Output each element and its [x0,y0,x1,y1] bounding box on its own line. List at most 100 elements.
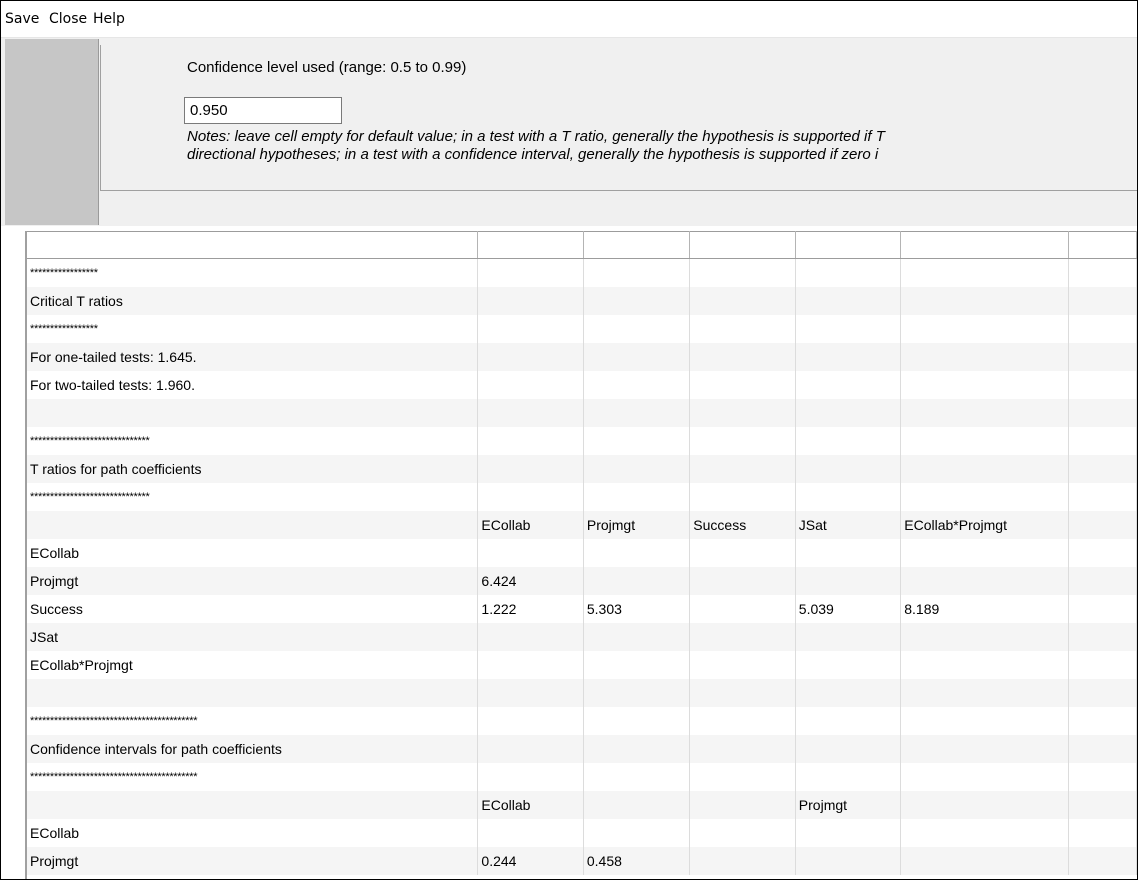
grid-cell[interactable]: ***************** [27,314,479,343]
grid-cell[interactable] [795,846,902,875]
grid-cell[interactable] [689,846,796,875]
grid-cell[interactable] [1068,370,1137,399]
grid-cell[interactable] [583,706,691,735]
grid-cell[interactable] [795,286,902,315]
confidence-level-input[interactable] [184,97,342,124]
grid-cell[interactable] [689,342,796,371]
grid-column-header[interactable] [27,231,479,259]
grid-cell[interactable] [900,846,1069,875]
grid-cell[interactable]: 5.303 [583,594,691,623]
grid-cell[interactable] [477,678,584,707]
grid-cell[interactable] [583,650,691,679]
grid-cell[interactable]: ECollab [27,818,479,847]
grid-cell[interactable] [477,650,584,679]
grid-column-header[interactable] [477,231,584,259]
grid-cell[interactable]: 6.424 [477,566,584,595]
grid-cell[interactable] [477,622,584,651]
grid-cell[interactable]: Confidence intervals for path coefficien… [27,734,479,763]
grid-cell[interactable] [900,314,1069,343]
grid-cell[interactable] [1068,258,1137,287]
grid-cell[interactable] [477,370,584,399]
grid-cell[interactable]: 5.039 [795,594,902,623]
grid-cell[interactable] [583,566,691,595]
grid-cell[interactable] [689,286,796,315]
grid-cell[interactable] [900,342,1069,371]
grid-cell[interactable]: Success [27,594,479,623]
grid-cell[interactable] [795,398,902,427]
grid-cell[interactable] [795,342,902,371]
grid-cell[interactable] [477,286,584,315]
grid-cell[interactable] [795,314,902,343]
grid-cell[interactable] [689,398,796,427]
grid-cell[interactable] [900,622,1069,651]
grid-cell[interactable] [477,762,584,791]
grid-cell[interactable] [689,566,796,595]
menu-help[interactable]: Help [93,11,125,27]
grid-cell[interactable]: 0.244 [477,846,584,875]
grid-cell[interactable]: 1.222 [477,594,584,623]
grid-cell[interactable] [1068,678,1137,707]
grid-cell[interactable]: JSat [27,622,479,651]
grid-cell[interactable] [1068,594,1137,623]
grid-cell[interactable]: ECollab [27,538,479,567]
grid-cell[interactable] [900,454,1069,483]
menu-save[interactable]: Save [5,11,39,27]
grid-cell[interactable] [900,538,1069,567]
grid-cell[interactable] [900,258,1069,287]
grid-cell[interactable] [27,510,479,539]
grid-cell[interactable] [900,482,1069,511]
grid-cell[interactable]: T ratios for path coefficients [27,454,479,483]
grid-cell[interactable]: ECollab*Projmgt [900,510,1069,539]
grid-cell[interactable] [900,286,1069,315]
grid-cell[interactable] [1068,482,1137,511]
grid-cell[interactable] [1068,426,1137,455]
grid-cell[interactable] [795,622,902,651]
grid-cell[interactable] [583,258,691,287]
grid-cell[interactable] [1068,734,1137,763]
grid-cell[interactable] [1068,398,1137,427]
grid-cell[interactable] [795,370,902,399]
grid-cell[interactable] [689,426,796,455]
grid-cell[interactable] [689,678,796,707]
grid-cell[interactable] [689,314,796,343]
grid-cell[interactable] [689,258,796,287]
grid-cell[interactable] [900,370,1069,399]
grid-cell[interactable] [689,454,796,483]
grid-cell[interactable]: Projmgt [583,510,691,539]
grid-column-header[interactable] [689,231,796,259]
grid-cell[interactable] [583,734,691,763]
grid-cell[interactable] [795,426,902,455]
grid-cell[interactable]: 0.458 [583,846,691,875]
grid-cell[interactable]: 8.189 [900,594,1069,623]
grid-cell[interactable]: Projmgt [795,790,902,819]
grid-cell[interactable]: ****************************************… [27,706,479,735]
grid-cell[interactable] [689,370,796,399]
grid-cell[interactable] [1068,846,1137,875]
grid-cell[interactable] [477,538,584,567]
grid-cell[interactable] [795,818,902,847]
grid-cell[interactable] [1068,314,1137,343]
grid-cell[interactable] [583,678,691,707]
grid-cell[interactable] [1068,706,1137,735]
grid-cell[interactable] [583,762,691,791]
grid-cell[interactable]: JSat [795,510,902,539]
grid-cell[interactable] [1068,538,1137,567]
grid-cell[interactable] [689,818,796,847]
grid-column-header[interactable] [583,231,691,259]
grid-cell[interactable] [1068,510,1137,539]
grid-cell[interactable] [583,790,691,819]
grid-cell[interactable] [583,314,691,343]
grid-cell[interactable] [477,398,584,427]
grid-cell[interactable] [795,678,902,707]
grid-cell[interactable] [1068,622,1137,651]
grid-cell[interactable] [583,398,691,427]
grid-cell[interactable] [689,622,796,651]
grid-cell[interactable] [27,790,479,819]
grid-cell[interactable]: ****************************** [27,482,479,511]
grid-cell[interactable] [795,762,902,791]
grid-cell[interactable] [583,342,691,371]
grid-cell[interactable] [583,454,691,483]
grid-cell[interactable] [795,650,902,679]
grid-cell[interactable]: Projmgt [27,566,479,595]
grid-cell[interactable] [795,706,902,735]
